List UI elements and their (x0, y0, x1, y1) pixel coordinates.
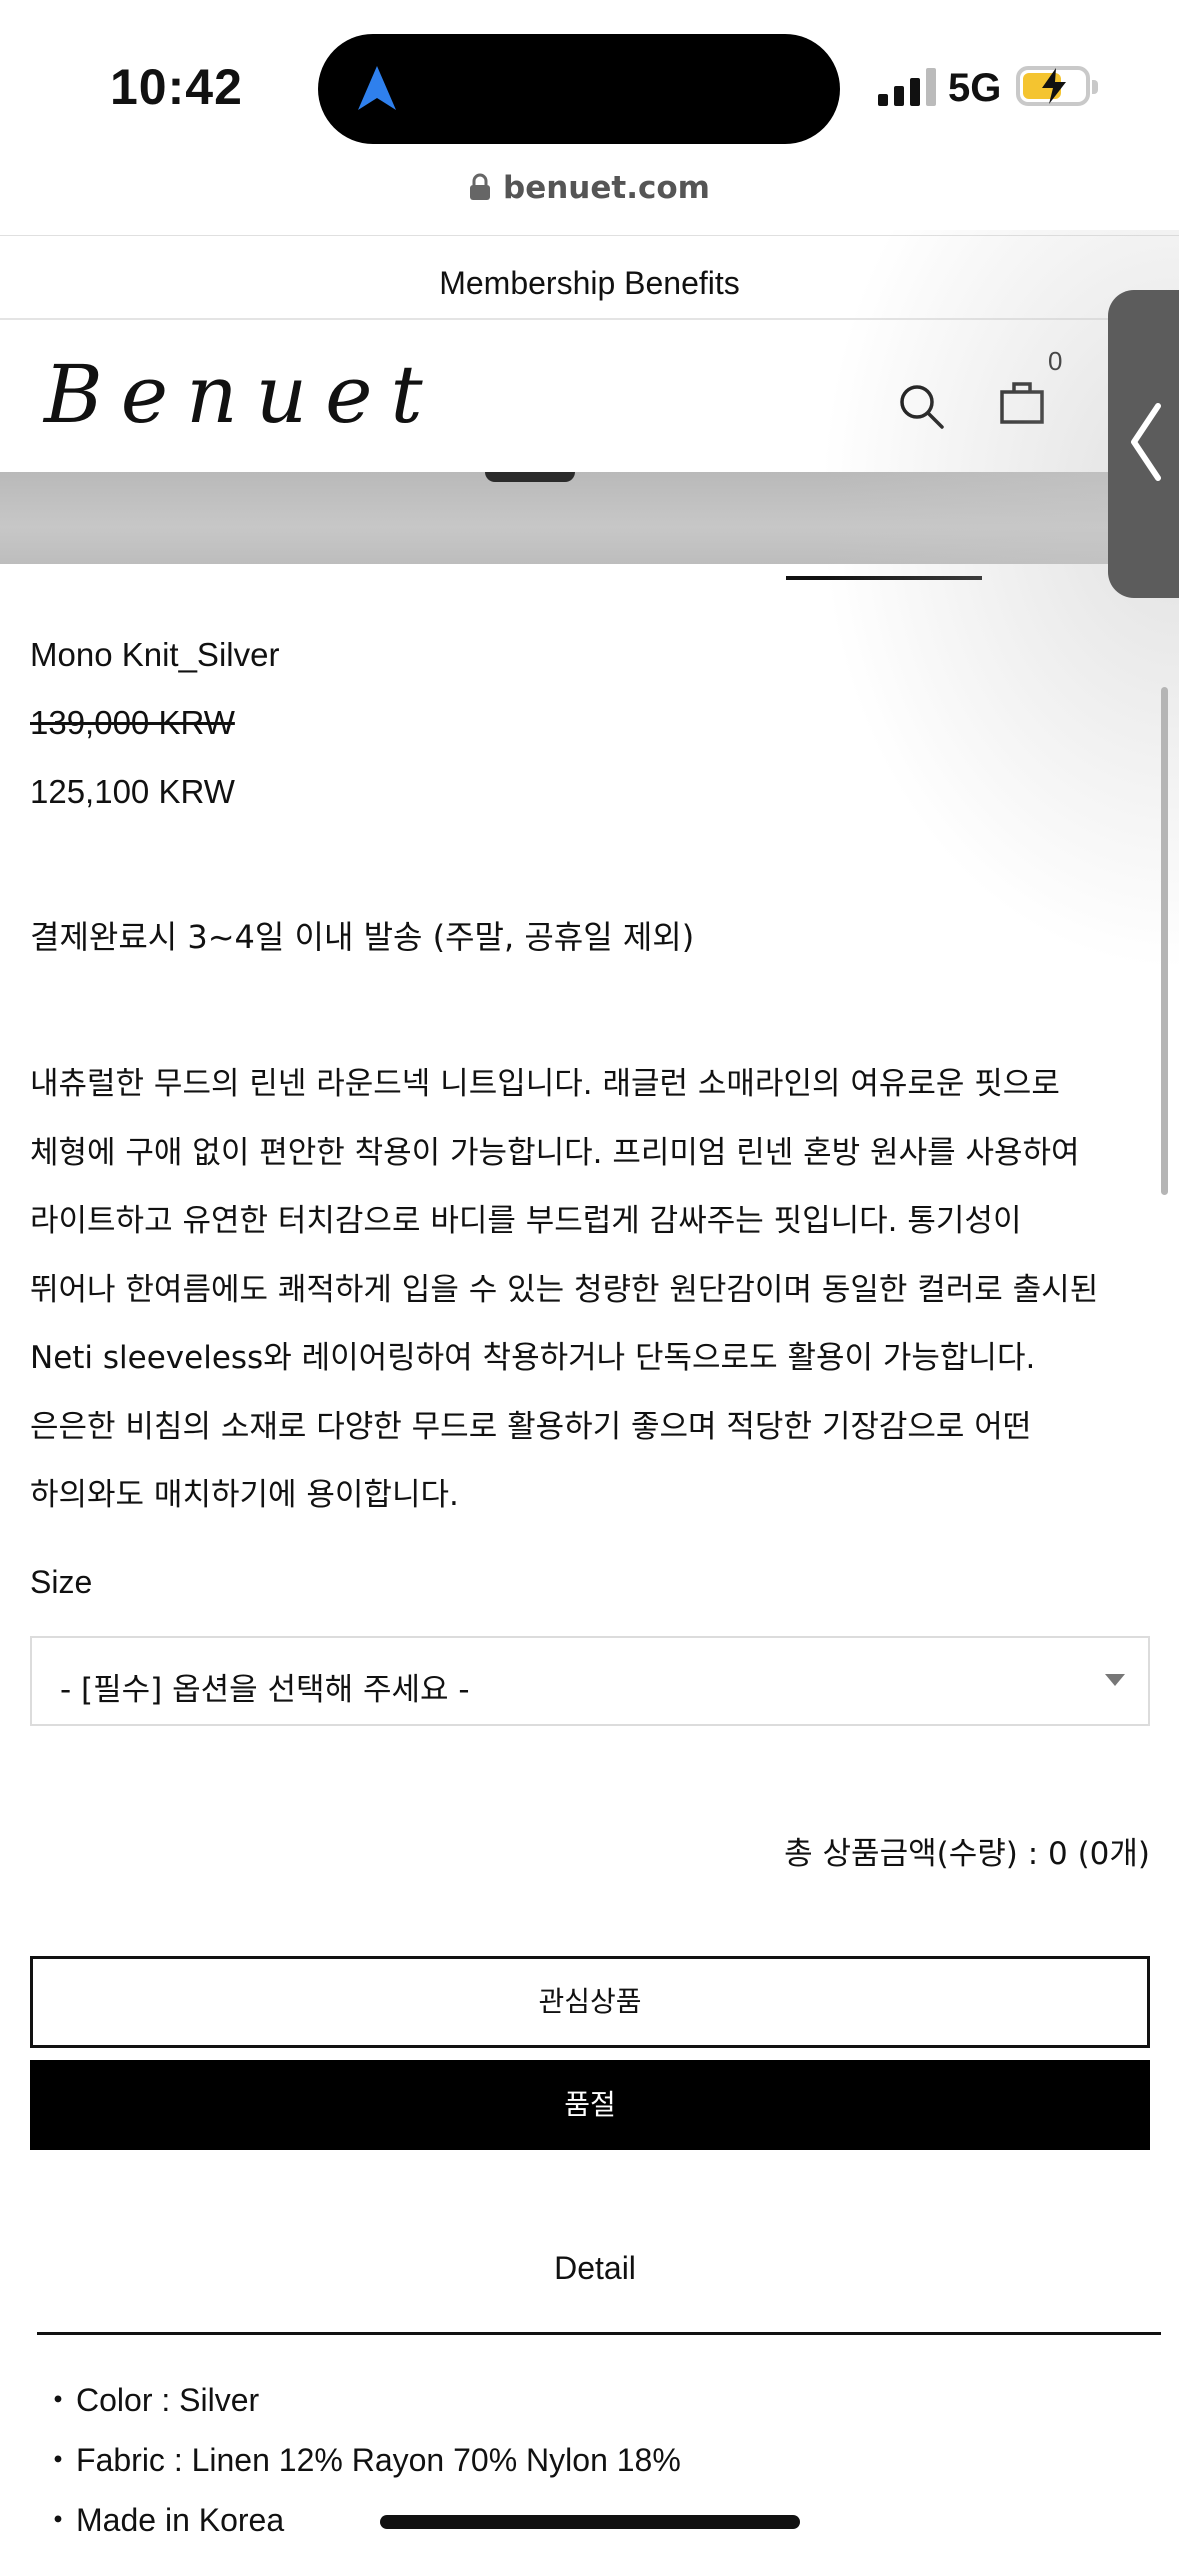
url-text: benuet.com (503, 170, 710, 206)
network-type: 5G (948, 66, 1002, 110)
size-label: Size (30, 1564, 93, 1600)
scrollbar[interactable] (1161, 687, 1168, 1195)
size-select[interactable]: - [필수] 옵션을 선택해 주세요 - (30, 1636, 1150, 1726)
image-slide-indicator (786, 576, 982, 580)
caret-down-icon (1105, 1674, 1125, 1686)
product-image[interactable] (0, 472, 1179, 564)
battery-icon (1016, 66, 1098, 106)
membership-benefits-link[interactable]: Membership Benefits (0, 236, 1179, 320)
home-indicator[interactable] (380, 2515, 800, 2529)
status-bar: 10:42 5G benuet.com (0, 0, 1179, 236)
dynamic-island[interactable] (318, 34, 840, 144)
soldout-button[interactable]: 품절 (30, 2060, 1150, 2150)
navigation-arrow-icon (358, 66, 396, 110)
site-logo[interactable]: Benuet (44, 348, 441, 441)
detail-tab[interactable]: Detail (30, 2250, 1160, 2287)
wishlist-button[interactable]: 관심상품 (30, 1956, 1150, 2048)
detail-divider (37, 2332, 1161, 2335)
detail-item-fabric: Fabric : Linen 12% Rayon 70% Nylon 18% (42, 2430, 681, 2490)
address-bar[interactable]: benuet.com (0, 170, 1179, 206)
shipping-note: 결제완료시 3~4일 이내 발송 (주말, 공휴일 제외) (30, 918, 695, 956)
original-price: 139,000 KRW (30, 704, 235, 741)
total-price: 총 상품금액(수량) : 0 (0개) (784, 1836, 1150, 1872)
product-name: Mono Knit_Silver (30, 636, 280, 673)
search-icon[interactable] (897, 382, 945, 430)
cellular-signal-icon (878, 68, 936, 106)
status-time: 10:42 (110, 59, 243, 115)
cart-count-badge: 0 (1048, 346, 1063, 376)
detail-item-color: Color : Silver (42, 2370, 681, 2430)
product-description: 내츄럴한 무드의 린넨 라운드넥 니트입니다. 래글런 소매라인의 여유로운 핏… (30, 1066, 1099, 1513)
sale-price: 125,100 KRW (30, 773, 235, 810)
lock-icon (470, 173, 491, 200)
size-select-value: - [필수] 옵션을 선택해 주세요 - (60, 1672, 470, 1708)
site-header: Benuet 0 (0, 322, 1179, 472)
shopping-bag-icon[interactable] (999, 380, 1045, 424)
chevron-left-icon (1131, 403, 1161, 481)
side-drawer-handle[interactable] (1108, 290, 1179, 598)
charging-bolt-icon (1042, 68, 1066, 104)
